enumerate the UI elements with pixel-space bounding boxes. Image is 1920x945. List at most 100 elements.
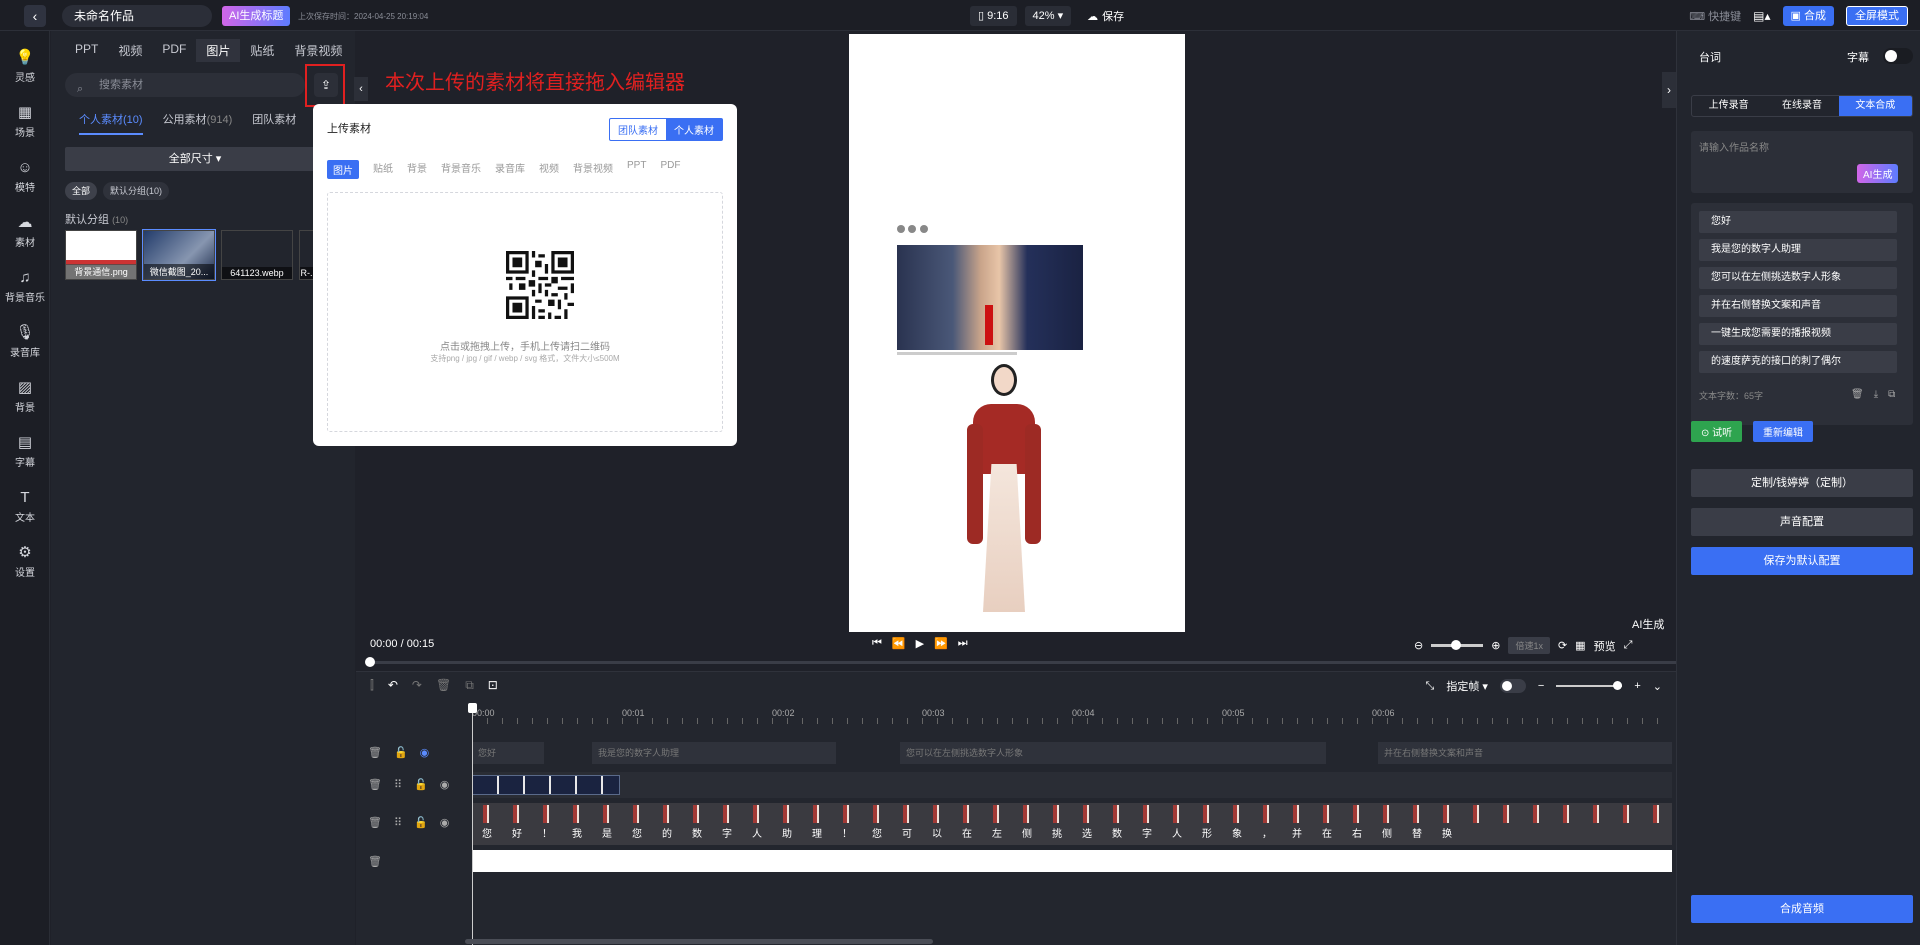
trash-icon[interactable]: 🗑	[368, 778, 382, 791]
layout-menu-icon[interactable]: ▤▴	[1753, 9, 1770, 23]
frame-select[interactable]: 指定帧 ▾	[1446, 678, 1488, 694]
lock-icon[interactable]: 🔓	[414, 816, 428, 829]
drag-handle-icon[interactable]: ⠿	[394, 778, 402, 791]
work-name-input[interactable]: 请输入作品名称	[1691, 131, 1913, 193]
script-line[interactable]: 我是您的数字人助理	[1699, 239, 1897, 261]
rail-item-material[interactable]: ☁ 素材	[0, 214, 50, 249]
download-icon[interactable]: ⤓	[1874, 389, 1878, 400]
tab-sticker[interactable]: 贴纸	[240, 39, 284, 62]
popup-tab-sticker[interactable]: 贴纸	[373, 160, 393, 179]
avatar-track[interactable]: 您 好 ！ 我 是 您 的 数 字 人 助 理 ！ 您 可 以 在 左 侧 挑 选 数 字 人 形 象 ， 并 在 右 侧 替 换	[472, 803, 1672, 845]
news-photo[interactable]	[897, 245, 1083, 350]
tab-image[interactable]: 图片	[196, 39, 241, 62]
time-ruler[interactable]: 00:00 00:01 00:02 00:03 00:04 00:05 00:0…	[472, 708, 1672, 728]
save-default-button[interactable]: 保存为默认配置	[1691, 547, 1913, 575]
compose-button[interactable]: ▣ 合成	[1782, 6, 1834, 26]
tab-pdf[interactable]: PDF	[152, 39, 196, 62]
subtab-public[interactable]: 公用素材(914)	[163, 111, 233, 135]
subtitle-clip[interactable]: 并在右侧替换文案和声音	[1378, 742, 1672, 764]
popup-tab-background[interactable]: 背景	[407, 160, 427, 179]
subtitle-toggle[interactable]	[1883, 48, 1913, 64]
rail-item-inspiration[interactable]: 💡 灵感	[0, 49, 50, 84]
minus-icon[interactable]: −	[1538, 680, 1544, 692]
split-icon[interactable]: ⫿	[370, 678, 374, 693]
grid-icon[interactable]: ▦	[1575, 639, 1585, 652]
drag-handle-icon[interactable]: ⠿	[394, 816, 402, 829]
chevron-right-icon[interactable]: ›	[1662, 72, 1676, 108]
popup-tab-recording[interactable]: 录音库	[495, 160, 525, 179]
script-line[interactable]: 您好	[1699, 211, 1897, 233]
material-thumb[interactable]: 641123.webp	[221, 230, 293, 280]
preview-button[interactable]: 预览	[1594, 638, 1616, 654]
popup-tab-music[interactable]: 背景音乐	[441, 160, 481, 179]
reedit-button[interactable]: 重新编辑	[1753, 421, 1813, 442]
visibility-off-icon[interactable]: ◉	[420, 746, 430, 759]
seg-team[interactable]: 团队素材	[610, 119, 666, 140]
trash-icon[interactable]: 🗑	[368, 746, 382, 759]
zoom-select[interactable]: 42% ▾	[1024, 6, 1072, 26]
seg-personal[interactable]: 个人素材	[666, 119, 722, 140]
rewind-icon[interactable]: ⏪	[892, 637, 906, 650]
script-line[interactable]: 的速度萨克的接口的刺了偶尔	[1699, 351, 1897, 373]
rail-item-recording[interactable]: 🎙 录音库	[0, 324, 50, 359]
material-thumb[interactable]: 背景通信.png	[65, 230, 137, 280]
trash-icon[interactable]: 🗑	[368, 816, 382, 829]
skip-end-icon[interactable]: ⏭	[958, 637, 968, 650]
script-line[interactable]: 并在右侧替换文案和声音	[1699, 295, 1897, 317]
zoom-out-icon[interactable]: ⊖	[1414, 639, 1423, 652]
copy-icon[interactable]: ⧉	[1888, 389, 1895, 400]
voice-custom-button[interactable]: 定制/钱婷婷（定制）	[1691, 469, 1913, 497]
tab-video[interactable]: 视频	[108, 39, 152, 62]
zoom-in-icon[interactable]: ⊕	[1491, 639, 1500, 652]
popup-tab-bg-video[interactable]: 背景视频	[573, 160, 613, 179]
tab-online-recording[interactable]: 在线录音	[1765, 96, 1838, 116]
ai-generate-button[interactable]: AI生成	[1857, 164, 1899, 183]
fullscreen-button[interactable]: 全屏模式	[1846, 6, 1908, 26]
subtab-team[interactable]: 团队素材	[252, 111, 296, 135]
lock-icon[interactable]: 🔓	[414, 778, 428, 791]
save-button[interactable]: ☁ 保存	[1087, 8, 1124, 24]
script-line[interactable]: 您可以在左侧挑选数字人形象	[1699, 267, 1897, 289]
tab-ppt[interactable]: PPT	[65, 39, 108, 62]
project-title-input[interactable]: 未命名作品	[62, 5, 212, 27]
rail-item-text[interactable]: T 文本	[0, 489, 50, 524]
popup-tab-ppt[interactable]: PPT	[627, 160, 646, 179]
fullscreen-icon[interactable]: ⤢	[1624, 639, 1633, 652]
speed-select[interactable]: 倍速1x	[1508, 637, 1550, 654]
size-filter-select[interactable]: 全部尺寸 ▾	[65, 147, 325, 171]
horizontal-scrollbar[interactable]	[465, 939, 933, 944]
popup-tab-pdf[interactable]: PDF	[660, 160, 680, 179]
eye-icon[interactable]: ◉	[440, 816, 450, 829]
redo-icon[interactable]: ↷	[412, 678, 422, 693]
voice-config-button[interactable]: 声音配置	[1691, 508, 1913, 536]
trash-icon[interactable]: 🗑	[368, 855, 382, 868]
script-line[interactable]: 一键生成您需要的播报视频	[1699, 323, 1897, 345]
aspect-ratio-button[interactable]: ▯ 9:16	[970, 6, 1017, 26]
tab-text-synthesis[interactable]: 文本合成	[1838, 96, 1912, 116]
subtab-personal[interactable]: 个人素材(10)	[79, 111, 143, 135]
eye-icon[interactable]: ◉	[440, 778, 450, 791]
image-clip[interactable]	[472, 775, 620, 795]
plus-icon[interactable]: +	[1634, 680, 1640, 692]
upload-dropzone[interactable]: 点击或拖拽上传，手机上传请扫二维码 支持png / jpg / gif / we…	[327, 192, 723, 432]
play-icon[interactable]: ▶	[916, 637, 924, 650]
collapse-down-icon[interactable]: ⌄	[1653, 680, 1662, 693]
tab-bg-video[interactable]: 背景视频	[284, 39, 352, 62]
subtitle-clip[interactable]: 您好	[472, 742, 544, 764]
subtitle-clip[interactable]: 我是您的数字人助理	[592, 742, 836, 764]
shortcut-button[interactable]: ⌨ 快捷键	[1689, 8, 1741, 24]
ai-title-button[interactable]: AI生成标题	[222, 6, 291, 26]
audio-track[interactable]	[472, 850, 1672, 872]
rail-item-settings[interactable]: ⚙ 设置	[0, 544, 50, 579]
loop-icon[interactable]: ⟳	[1558, 639, 1567, 652]
playback-progress[interactable]	[365, 657, 1676, 667]
trash-icon[interactable]: 🗑	[1851, 389, 1864, 400]
compose-audio-button[interactable]: 合成音频	[1691, 895, 1913, 923]
copy-icon[interactable]: ⧉	[465, 678, 474, 693]
timeline-zoom-slider[interactable]	[1556, 681, 1623, 690]
chip-default-group[interactable]: 默认分组(10)	[103, 182, 170, 200]
fast-forward-icon[interactable]: ⏩	[934, 637, 948, 650]
delete-icon[interactable]: 🗑	[436, 678, 451, 693]
fit-icon[interactable]: ⤡	[1426, 680, 1435, 693]
undo-icon[interactable]: ↶	[388, 678, 398, 693]
